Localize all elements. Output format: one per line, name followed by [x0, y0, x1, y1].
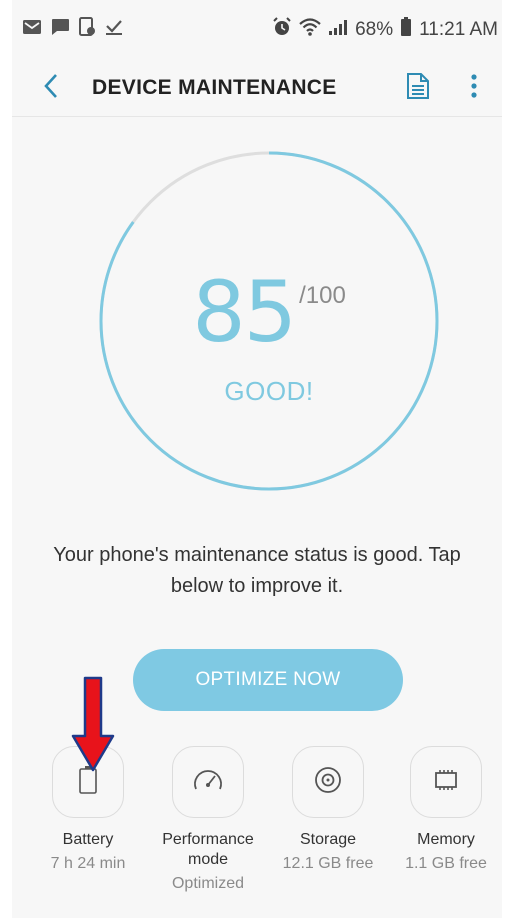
tile-storage[interactable]: Storage 12.1 GB free — [268, 746, 388, 873]
document-icon — [406, 72, 430, 105]
more-vert-icon — [470, 73, 478, 104]
wifi-icon — [299, 18, 321, 42]
score-ring: 85/100 GOOD! — [98, 150, 440, 492]
score-value: 85 — [192, 263, 297, 361]
speedometer-icon — [192, 767, 224, 798]
more-options-button[interactable] — [446, 60, 502, 116]
device-maintenance-screen: 68% 11:21 AM DEVICE MAINTENANCE 85 /100 … — [12, 0, 502, 918]
screenshot-icon — [78, 17, 96, 43]
battery-percent: 68% — [355, 19, 394, 40]
tile-value: 12.1 GB free — [282, 855, 374, 872]
tile-memory[interactable]: Memory 1.1 GB free — [386, 746, 502, 873]
page-title: DEVICE MAINTENANCE — [92, 76, 337, 99]
chat-icon — [50, 18, 70, 42]
mail-icon — [22, 19, 42, 41]
tile-value: 1.1 GB free — [405, 855, 487, 872]
score-status: GOOD! — [224, 376, 314, 406]
back-arrow-icon — [43, 73, 59, 104]
memory-chip-icon — [432, 768, 460, 797]
signal-icon — [328, 18, 348, 42]
tile-performance-mode[interactable]: Performance mode Optimized — [148, 746, 268, 893]
tile-label: Performance mode — [162, 831, 254, 868]
storage-disc-icon — [314, 766, 342, 799]
tile-label: Storage — [299, 831, 357, 848]
report-button[interactable] — [390, 60, 446, 116]
score-max: /100 — [299, 282, 346, 309]
battery-status-icon — [400, 17, 412, 43]
clock: 11:21 AM — [419, 19, 498, 40]
tile-label: Memory — [417, 831, 475, 848]
download-done-icon — [104, 18, 124, 42]
optimize-now-button[interactable]: OPTIMIZE NOW — [133, 649, 403, 711]
back-button[interactable] — [22, 60, 80, 116]
status-bar: 68% 11:21 AM — [12, 0, 502, 60]
status-message: Your phone's maintenance status is good.… — [53, 544, 461, 597]
tile-value: 7 h 24 min — [50, 855, 126, 872]
tile-value: Optimized — [171, 875, 245, 892]
red-arrow-annotation — [71, 676, 115, 772]
tile-label: Battery — [62, 831, 114, 848]
app-bar: DEVICE MAINTENANCE — [12, 60, 502, 117]
alarm-icon — [272, 17, 292, 43]
